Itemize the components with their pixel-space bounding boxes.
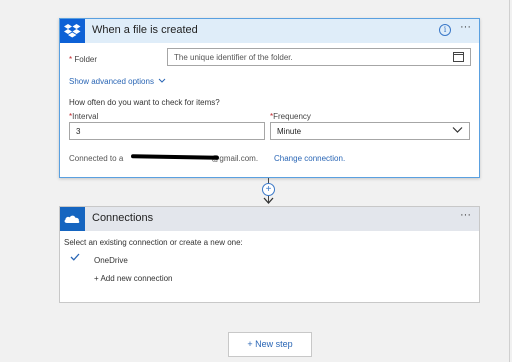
chevron-down-icon xyxy=(452,127,463,133)
trigger-card-header[interactable]: When a file is created i ··· xyxy=(60,19,479,43)
insert-step-plus-icon[interactable]: + xyxy=(262,183,275,196)
add-new-connection-link[interactable]: + Add new connection xyxy=(94,274,173,283)
connection-item-onedrive[interactable]: OneDrive xyxy=(94,256,128,265)
arrow-down-icon xyxy=(263,197,274,204)
chevron-down-icon xyxy=(158,78,166,83)
connection-prompt: Select an existing connection or create … xyxy=(64,238,243,247)
trigger-more-menu[interactable]: ··· xyxy=(460,21,471,33)
connections-card: Connections ··· Select an existing conne… xyxy=(59,206,480,303)
interval-value: 3 xyxy=(76,127,81,136)
folder-picker-icon[interactable] xyxy=(453,52,464,62)
folder-placeholder: The unique identifier of the folder. xyxy=(174,53,293,62)
frequency-value: Minute xyxy=(277,127,302,136)
interval-input[interactable]: 3 xyxy=(69,122,265,140)
interval-label: *Interval xyxy=(69,112,99,121)
show-advanced-options-link[interactable]: Show advanced options xyxy=(69,77,166,86)
connections-card-header[interactable]: Connections ··· xyxy=(60,207,479,231)
change-connection-link[interactable]: Change connection. xyxy=(274,154,345,163)
onedrive-icon xyxy=(60,207,85,231)
connections-card-title: Connections xyxy=(92,212,154,224)
dropbox-icon xyxy=(60,19,85,43)
new-step-button[interactable]: + New step xyxy=(228,332,312,357)
frequency-label: *Frequency xyxy=(270,112,311,121)
checkmark-icon xyxy=(70,253,80,261)
page-edge-line xyxy=(509,0,510,362)
check-frequency-prompt: How often do you want to check for items… xyxy=(69,98,220,107)
info-icon[interactable]: i xyxy=(439,24,451,36)
trigger-card-title: When a file is created xyxy=(92,24,198,36)
folder-label: * Folder xyxy=(69,55,98,64)
connections-more-menu[interactable]: ··· xyxy=(460,209,471,221)
frequency-select[interactable]: Minute xyxy=(270,122,470,140)
folder-input[interactable]: The unique identifier of the folder. xyxy=(167,48,471,66)
trigger-card: When a file is created i ··· * Folder Th… xyxy=(59,18,480,178)
